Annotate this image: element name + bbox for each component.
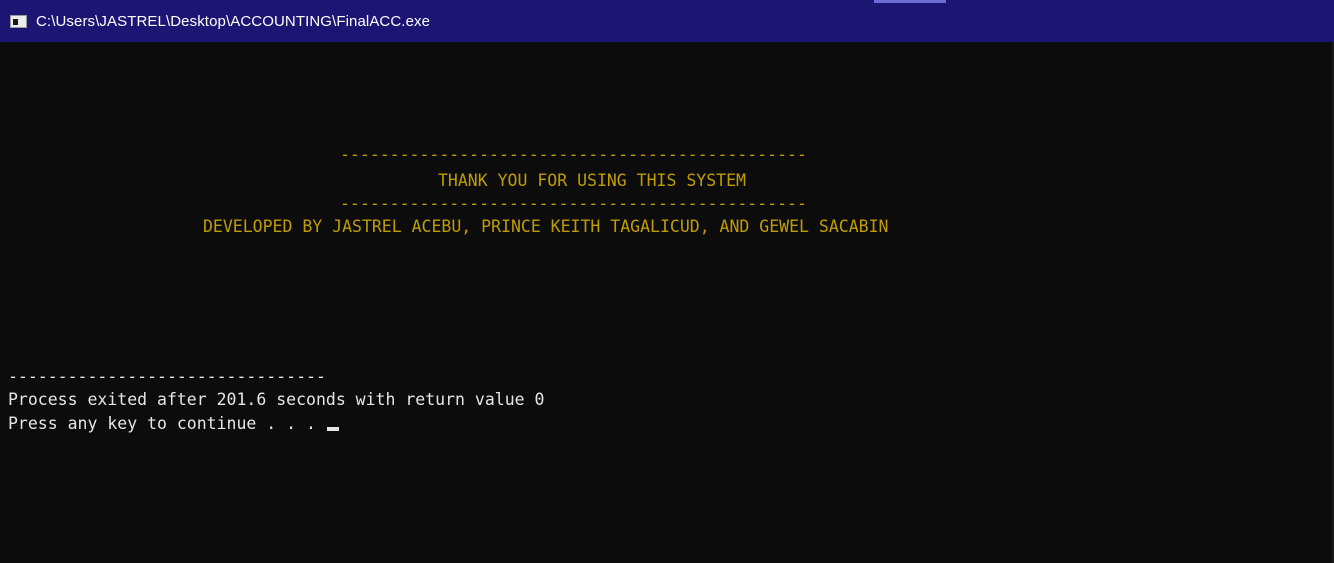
- title-bar-accent: [874, 0, 946, 3]
- output-separator: --------------------------------: [8, 367, 326, 386]
- banner-title: THANK YOU FOR USING THIS SYSTEM: [438, 171, 746, 190]
- process-exit-message: Process exited after 201.6 seconds with …: [8, 390, 545, 409]
- banner-rule-bottom: ----------------------------------------…: [340, 194, 807, 213]
- console-window[interactable]: C:\Users\JASTREL\Desktop\ACCOUNTING\Fina…: [0, 0, 1334, 563]
- continue-prompt-line: Press any key to continue . . .: [8, 412, 339, 437]
- banner-rule-top: ----------------------------------------…: [340, 145, 807, 164]
- console-output[interactable]: ----------------------------------------…: [8, 42, 1334, 563]
- console-app-icon[interactable]: [10, 14, 27, 28]
- developer-credits: DEVELOPED BY JASTREL ACEBU, PRINCE KEITH…: [203, 217, 889, 236]
- continue-prompt: Press any key to continue . . .: [8, 414, 326, 433]
- text-cursor: [326, 427, 339, 431]
- title-bar[interactable]: C:\Users\JASTREL\Desktop\ACCOUNTING\Fina…: [0, 0, 1334, 42]
- window-title: C:\Users\JASTREL\Desktop\ACCOUNTING\Fina…: [36, 12, 431, 30]
